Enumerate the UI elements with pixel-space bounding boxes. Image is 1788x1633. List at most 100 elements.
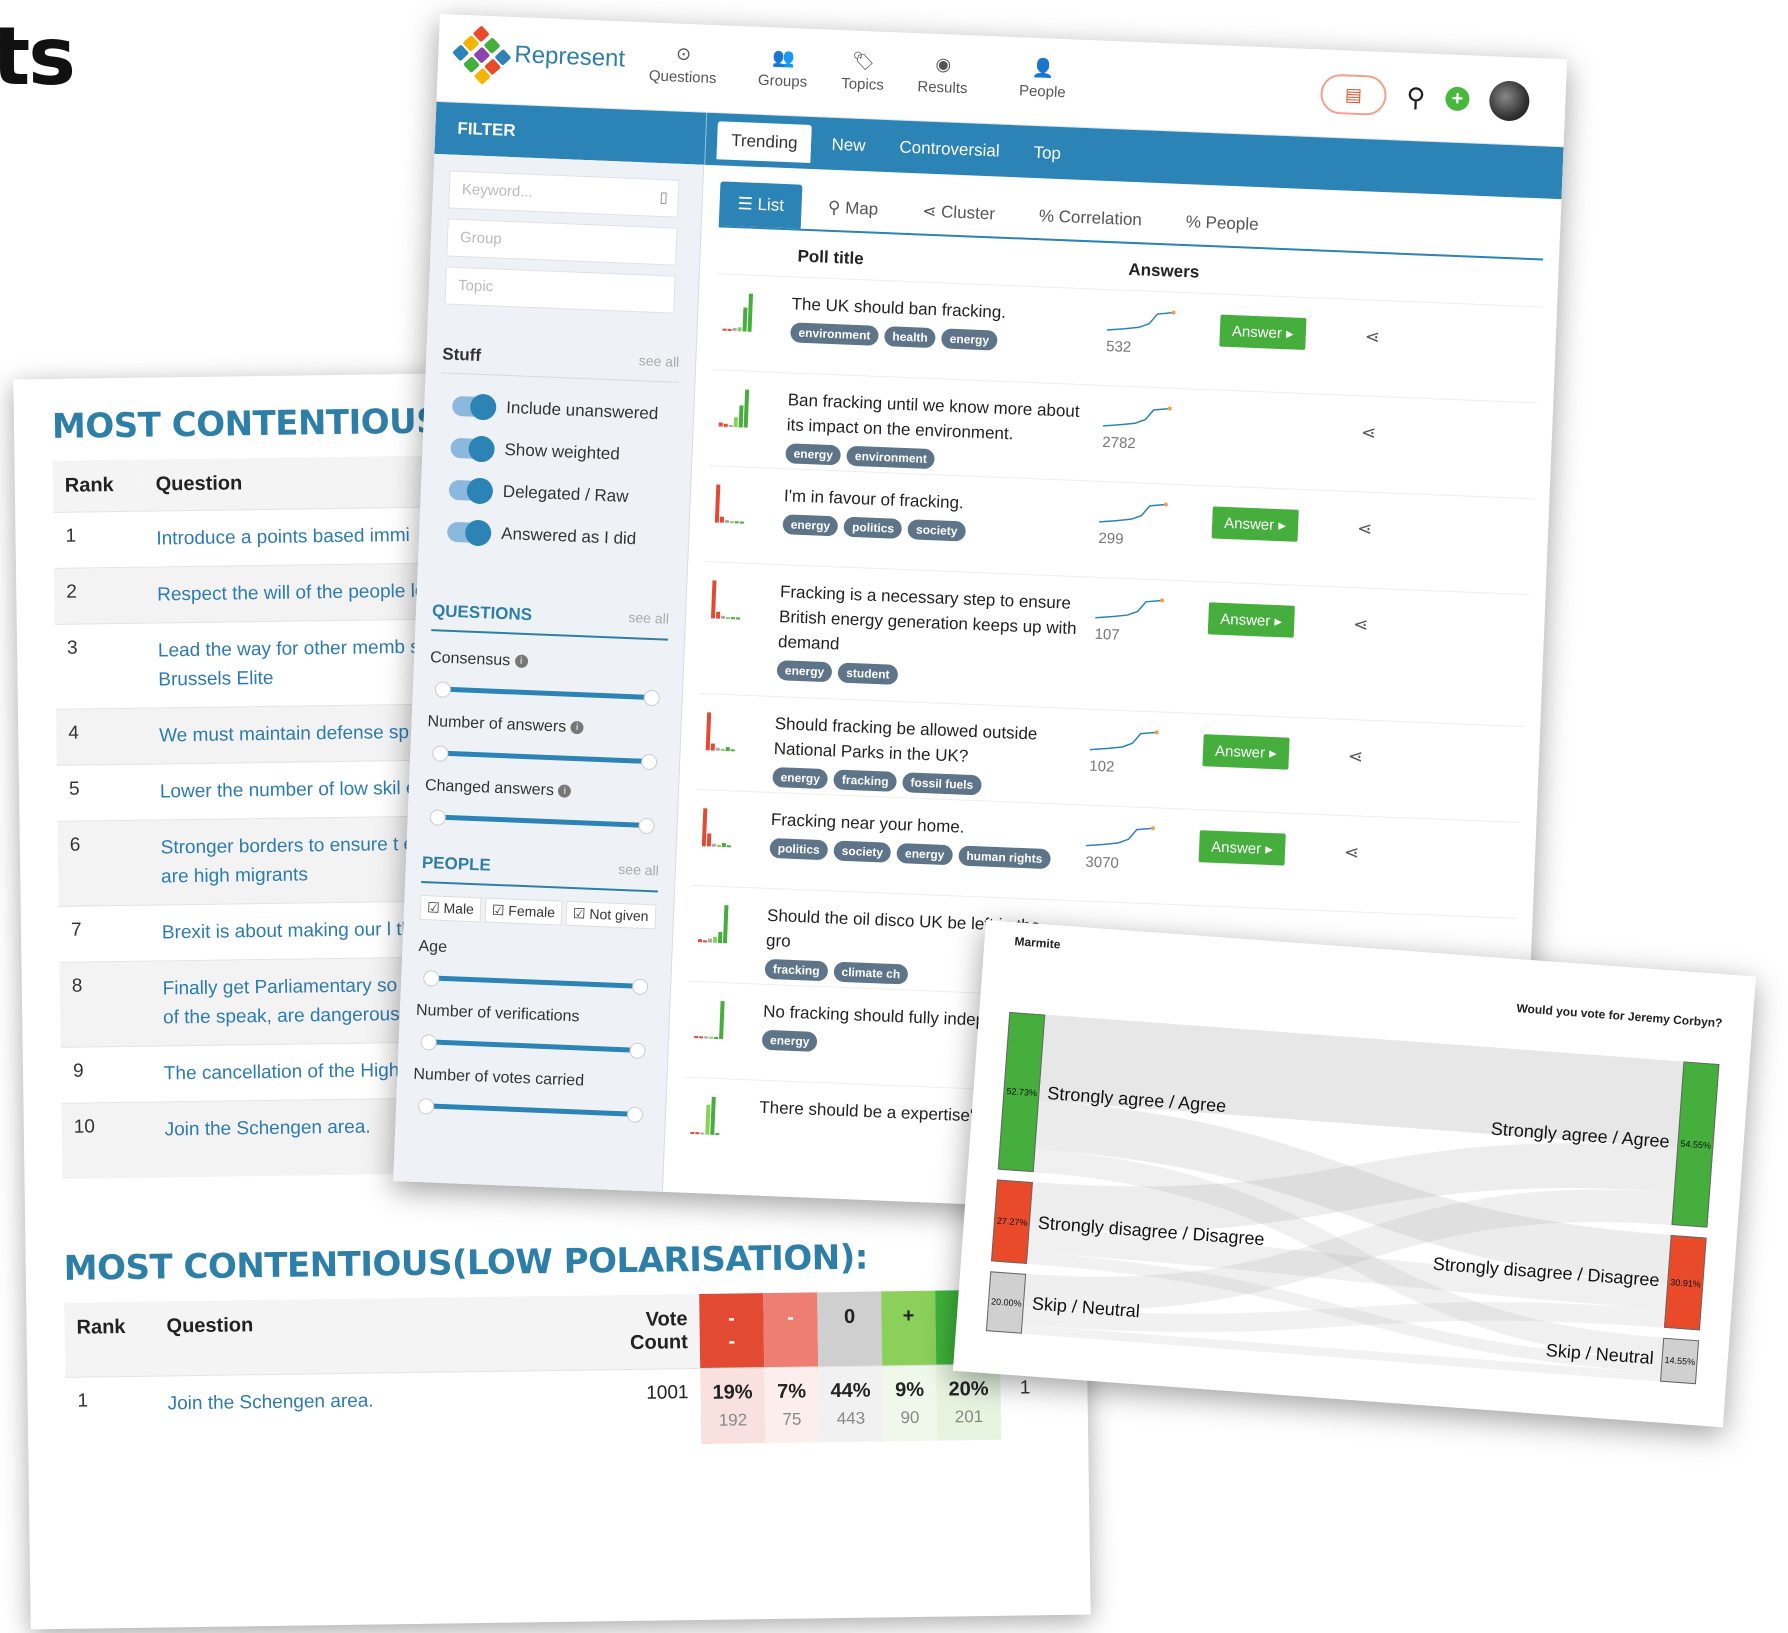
messages-button[interactable]: ▤ [1319,73,1388,117]
add-icon[interactable]: + [1444,86,1470,112]
topic-tag[interactable]: energy [776,660,833,683]
share-icon[interactable]: ⋖ [1357,518,1373,540]
slider-max-handle[interactable] [626,1106,644,1124]
share-icon[interactable]: ⋖ [1344,842,1360,864]
poll-title-link[interactable]: Fracking near your home. [771,810,965,837]
topic-tag[interactable]: energy [941,328,998,351]
nav-results[interactable]: ◉ Results [897,52,989,98]
toggle-switch[interactable] [450,437,491,460]
nav-topics[interactable]: 🏷 Topics [817,49,909,95]
topic-tag[interactable]: fracking [764,958,828,982]
sort-tab-trending[interactable]: Trending [716,121,813,164]
toggle-switch[interactable] [451,395,493,418]
topic-tag[interactable]: energy [772,766,829,790]
topic-tag[interactable]: climate ch [833,961,909,985]
logo-mark-icon [452,25,512,85]
range-slider[interactable] [417,1098,644,1124]
vote-bar [711,843,716,847]
keyword-input[interactable]: Keyword... ▯ [448,170,680,218]
poll-title-link[interactable]: Fracking is a necessary step to ensure B… [778,582,1077,653]
topic-tag[interactable]: environment [846,445,936,470]
search-icon[interactable]: ⚲ [1406,81,1426,113]
question-link[interactable]: Join the Schengen area. [155,1369,612,1452]
slider-min-handle[interactable] [432,745,449,762]
poll-title-link[interactable]: The UK should ban fracking. [791,294,1006,322]
topic-tag[interactable]: society [833,840,892,863]
slider-label-text: Consensus [429,649,511,670]
view-tab-correlation[interactable]: % Correlation [1020,193,1161,243]
answer-button[interactable]: Answer ▸ [1202,734,1290,770]
range-slider[interactable] [434,681,661,707]
topic-tag[interactable]: energy [785,443,842,466]
slider-min-handle[interactable] [420,1034,438,1051]
view-tab-people[interactable]: % People [1167,199,1277,247]
topic-tag[interactable]: politics [843,516,903,539]
range-slider[interactable] [429,809,655,835]
slider-max-handle[interactable] [640,753,658,771]
sort-tab-top[interactable]: Top [1019,133,1076,173]
answer-button[interactable]: Answer ▸ [1198,830,1286,866]
toggle-switch[interactable] [448,479,490,502]
people-see-all-link[interactable]: see all [618,861,659,883]
slider-label-text: Number of verifications [415,1001,580,1026]
topic-tag[interactable]: energy [896,843,953,866]
share-icon[interactable]: ⋖ [1353,614,1369,636]
topic-tag[interactable]: society [907,519,966,542]
answer-button[interactable]: Answer ▸ [1207,602,1295,638]
stuff-see-all-link[interactable]: see all [638,352,679,374]
slider-min-handle[interactable] [434,681,452,698]
slider-max-handle[interactable] [631,978,649,996]
questions-see-all-link[interactable]: see all [628,609,669,631]
share-icon[interactable]: ⋖ [1364,326,1380,348]
topic-tag[interactable]: energy [782,514,839,537]
nav-people[interactable]: 👤 People [997,56,1089,102]
answer-button[interactable]: Answer ▸ [1211,506,1299,542]
answers-trend-sparkline [1086,826,1155,847]
poll-title-link[interactable]: I'm in favour of fracking. [784,486,965,512]
slider-max-handle[interactable] [643,689,661,707]
vote-count-cell: 1001 [610,1368,702,1446]
poll-title-link[interactable]: Ban fracking until we know more about it… [786,390,1080,443]
slider-max-handle[interactable] [629,1042,646,1060]
sort-tab-new[interactable]: New [817,125,880,165]
group-input[interactable]: Group [446,218,678,266]
slider-min-handle[interactable] [417,1098,435,1115]
slider-max-handle[interactable] [638,817,655,835]
questions-title: QUESTIONS [431,601,533,625]
topic-tag[interactable]: health [884,326,937,349]
view-tab-cluster[interactable]: ⋖ Cluster [903,189,1014,237]
topic-input[interactable]: Topic [444,266,676,314]
topic-tag[interactable]: student [837,662,898,685]
toggle-row: Delegated / Raw [448,479,675,509]
topic-tag[interactable]: environment [790,322,879,346]
gender-checkbox[interactable]: ☑ Not given [565,900,657,930]
view-tab-map[interactable]: ⚲ Map [809,185,897,232]
sort-tab-controversial[interactable]: Controversial [885,128,1015,171]
topic-tag[interactable]: human rights [957,845,1051,870]
gender-checkbox[interactable]: ☑ Male [419,894,482,923]
answers-trend-sparkline [1099,502,1168,523]
logo[interactable]: Represent [452,25,626,85]
slider-min-handle[interactable] [429,809,447,826]
toggle-switch[interactable] [446,521,488,544]
view-tab-list[interactable]: ☰ List [718,181,803,229]
gender-checkbox[interactable]: ☑ Female [484,897,563,926]
rank-cell: 1 [65,1376,157,1453]
share-icon[interactable]: ⋖ [1361,422,1377,444]
share-icon[interactable]: ⋖ [1348,746,1364,768]
topic-tag[interactable]: fracking [833,769,897,792]
slider-min-handle[interactable] [422,970,440,987]
slider-label-text: Changed answers [424,777,555,800]
poll-title-link[interactable]: Should fracking be allowed outside Natio… [773,714,1037,766]
answer-button[interactable]: Answer ▸ [1219,314,1307,350]
topic-tag[interactable]: fossil fuels [902,772,982,796]
nav-groups[interactable]: 👥 Groups [737,46,829,92]
avatar[interactable] [1488,80,1531,122]
topic-tag[interactable]: politics [769,837,829,861]
sankey-node-bar: 20.00% [985,1271,1027,1334]
nav-questions[interactable]: ⊙ Questions [637,42,729,88]
range-slider[interactable] [432,745,658,771]
topic-tag[interactable]: energy [761,1029,818,1052]
range-slider[interactable] [422,970,649,996]
range-slider[interactable] [420,1034,646,1060]
